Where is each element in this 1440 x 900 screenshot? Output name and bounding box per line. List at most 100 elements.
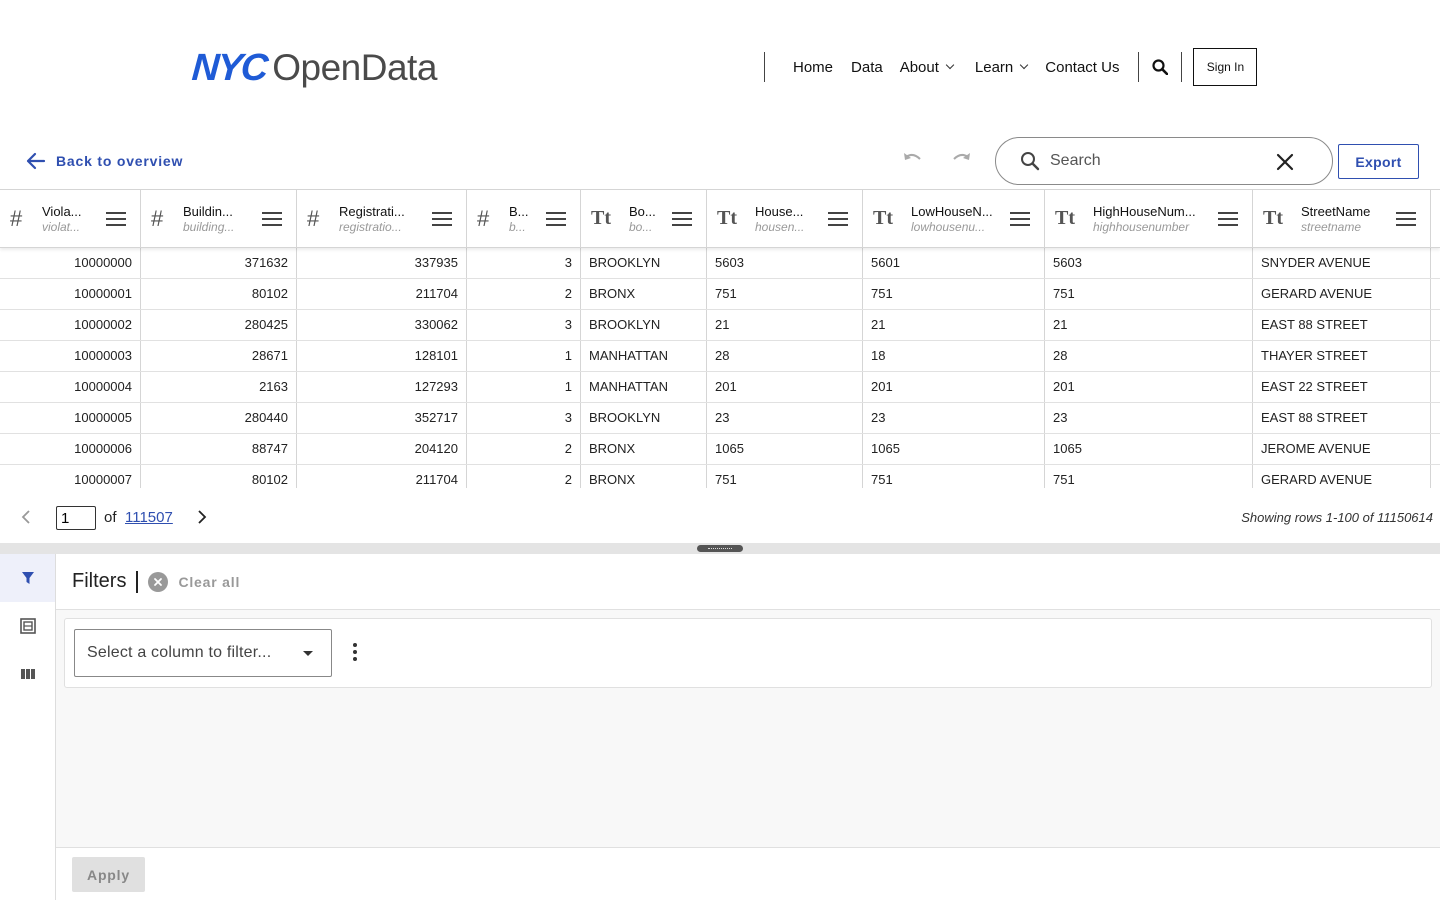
table-cell[interactable]: BRONX (581, 279, 707, 309)
group-tab[interactable] (0, 602, 55, 650)
table-cell[interactable]: GERARD AVENUE (1253, 465, 1431, 488)
table-cell[interactable]: 80102 (141, 279, 297, 309)
column-menu-icon[interactable] (1010, 211, 1030, 226)
table-cell[interactable]: 10000007 (0, 465, 141, 488)
column-menu-icon[interactable] (432, 211, 452, 226)
column-menu-icon[interactable] (106, 211, 126, 226)
table-cell[interactable]: 211704 (297, 465, 467, 488)
table-cell[interactable]: 10000000 (0, 248, 141, 278)
close-icon[interactable] (1276, 153, 1294, 171)
nyc-opendata-logo[interactable]: NYC OpenData (191, 47, 438, 89)
table-cell[interactable]: 201 (1045, 372, 1253, 402)
table-cell[interactable]: 10000001 (0, 279, 141, 309)
table-cell[interactable]: 10000003 (0, 341, 141, 371)
search-input[interactable] (1050, 152, 1270, 170)
table-cell[interactable]: 10000005 (0, 403, 141, 433)
table-cell[interactable]: 23 (863, 403, 1045, 433)
columns-tab[interactable] (0, 650, 55, 698)
table-row[interactable]: 10000001 80102 211704 2 BRONX 751 751 751 GERARD… (0, 279, 1440, 310)
table-cell[interactable]: 88747 (141, 434, 297, 464)
table-cell[interactable]: BRONX (581, 465, 707, 488)
table-cell[interactable]: 10000002 (0, 310, 141, 340)
table-cell[interactable]: MANHATTAN (581, 341, 707, 371)
more-vertical-icon[interactable] (352, 643, 358, 661)
table-cell[interactable]: 3 (467, 310, 581, 340)
column-header[interactable]: # Registrati... registratio... (297, 190, 467, 247)
table-cell[interactable]: EAST 88 STREET (1253, 403, 1431, 433)
table-cell[interactable]: 371632 (141, 248, 297, 278)
table-cell[interactable]: 2163 (141, 372, 297, 402)
table-cell[interactable]: 2 (467, 279, 581, 309)
chevron-left-icon[interactable] (20, 510, 32, 524)
table-cell[interactable]: 1 (467, 372, 581, 402)
table-cell[interactable]: BROOKLYN (581, 403, 707, 433)
table-cell[interactable]: 23 (1045, 403, 1253, 433)
column-menu-icon[interactable] (828, 211, 848, 226)
table-cell[interactable]: 201 (707, 372, 863, 402)
table-cell[interactable]: THAYER STREET (1253, 341, 1431, 371)
table-cell[interactable]: BROOKLYN (581, 310, 707, 340)
clear-all-button[interactable]: Clear all (148, 571, 240, 592)
nav-item-contact[interactable]: Contact Us (1045, 59, 1119, 76)
table-cell[interactable]: 23 (707, 403, 863, 433)
table-row[interactable]: 10000004 2163 127293 1 MANHATTAN 201 201 201 EAS… (0, 372, 1440, 403)
table-cell[interactable]: 128101 (297, 341, 467, 371)
table-row[interactable]: 10000000 371632 337935 3 BROOKLYN 5603 5601 560… (0, 248, 1440, 279)
table-cell[interactable]: 10000004 (0, 372, 141, 402)
table-cell[interactable]: 352717 (297, 403, 467, 433)
column-filter-select[interactable]: Select a column to filter... (74, 629, 332, 677)
search-icon[interactable] (1150, 57, 1170, 77)
table-cell[interactable]: 127293 (297, 372, 467, 402)
nav-item-about[interactable]: About (900, 59, 955, 76)
column-header[interactable]: # B... b... (467, 190, 581, 247)
column-header[interactable]: Tt HighHouseNum... highhousenumber (1045, 190, 1253, 247)
table-cell[interactable]: 337935 (297, 248, 467, 278)
table-cell[interactable]: GERARD AVENUE (1253, 279, 1431, 309)
table-cell[interactable]: 211704 (297, 279, 467, 309)
total-pages-link[interactable]: 111507 (125, 509, 173, 526)
table-cell[interactable]: 751 (1045, 279, 1253, 309)
table-cell[interactable]: 3 (467, 403, 581, 433)
table-cell[interactable]: 21 (863, 310, 1045, 340)
table-cell[interactable]: 751 (863, 279, 1045, 309)
apply-button[interactable]: Apply (72, 857, 145, 892)
table-cell[interactable]: JEROME AVENUE (1253, 434, 1431, 464)
filter-tab[interactable] (0, 554, 55, 602)
table-cell[interactable]: 3 (467, 248, 581, 278)
table-cell[interactable]: 28671 (141, 341, 297, 371)
table-cell[interactable]: 751 (707, 279, 863, 309)
export-button[interactable]: Export (1338, 144, 1419, 179)
table-cell[interactable]: 204120 (297, 434, 467, 464)
column-menu-icon[interactable] (1396, 211, 1416, 226)
table-cell[interactable]: 280440 (141, 403, 297, 433)
table-cell[interactable]: 751 (707, 465, 863, 488)
nav-item-home[interactable]: Home (793, 59, 833, 76)
table-cell[interactable]: EAST 88 STREET (1253, 310, 1431, 340)
resize-handle[interactable] (697, 545, 743, 552)
table-cell[interactable]: 2 (467, 465, 581, 488)
column-header[interactable]: # Viola... violat... (0, 190, 141, 247)
table-row[interactable]: 10000005 280440 352717 3 BROOKLYN 23 23 23 EAST … (0, 403, 1440, 434)
table-cell[interactable]: BROOKLYN (581, 248, 707, 278)
column-menu-icon[interactable] (1218, 211, 1238, 226)
chevron-right-icon[interactable] (196, 510, 208, 524)
table-cell[interactable]: MANHATTAN (581, 372, 707, 402)
back-to-overview-link[interactable]: Back to overview (26, 152, 183, 170)
table-cell[interactable]: 201 (863, 372, 1045, 402)
nav-item-learn[interactable]: Learn (975, 59, 1029, 76)
nav-item-data[interactable]: Data (851, 59, 883, 76)
table-cell[interactable]: 1 (467, 341, 581, 371)
table-cell[interactable]: 751 (863, 465, 1045, 488)
redo-icon[interactable] (949, 151, 973, 171)
table-row[interactable]: 10000002 280425 330062 3 BROOKLYN 21 21 21 EAST … (0, 310, 1440, 341)
table-cell[interactable]: 280425 (141, 310, 297, 340)
table-cell[interactable]: 80102 (141, 465, 297, 488)
table-cell[interactable]: 1065 (863, 434, 1045, 464)
table-cell[interactable]: 10000006 (0, 434, 141, 464)
table-cell[interactable]: 751 (1045, 465, 1253, 488)
table-cell[interactable]: 2 (467, 434, 581, 464)
table-cell[interactable]: 5601 (863, 248, 1045, 278)
column-menu-icon[interactable] (672, 211, 692, 226)
sign-in-button[interactable]: Sign In (1193, 48, 1258, 86)
page-number-input[interactable] (56, 506, 96, 530)
